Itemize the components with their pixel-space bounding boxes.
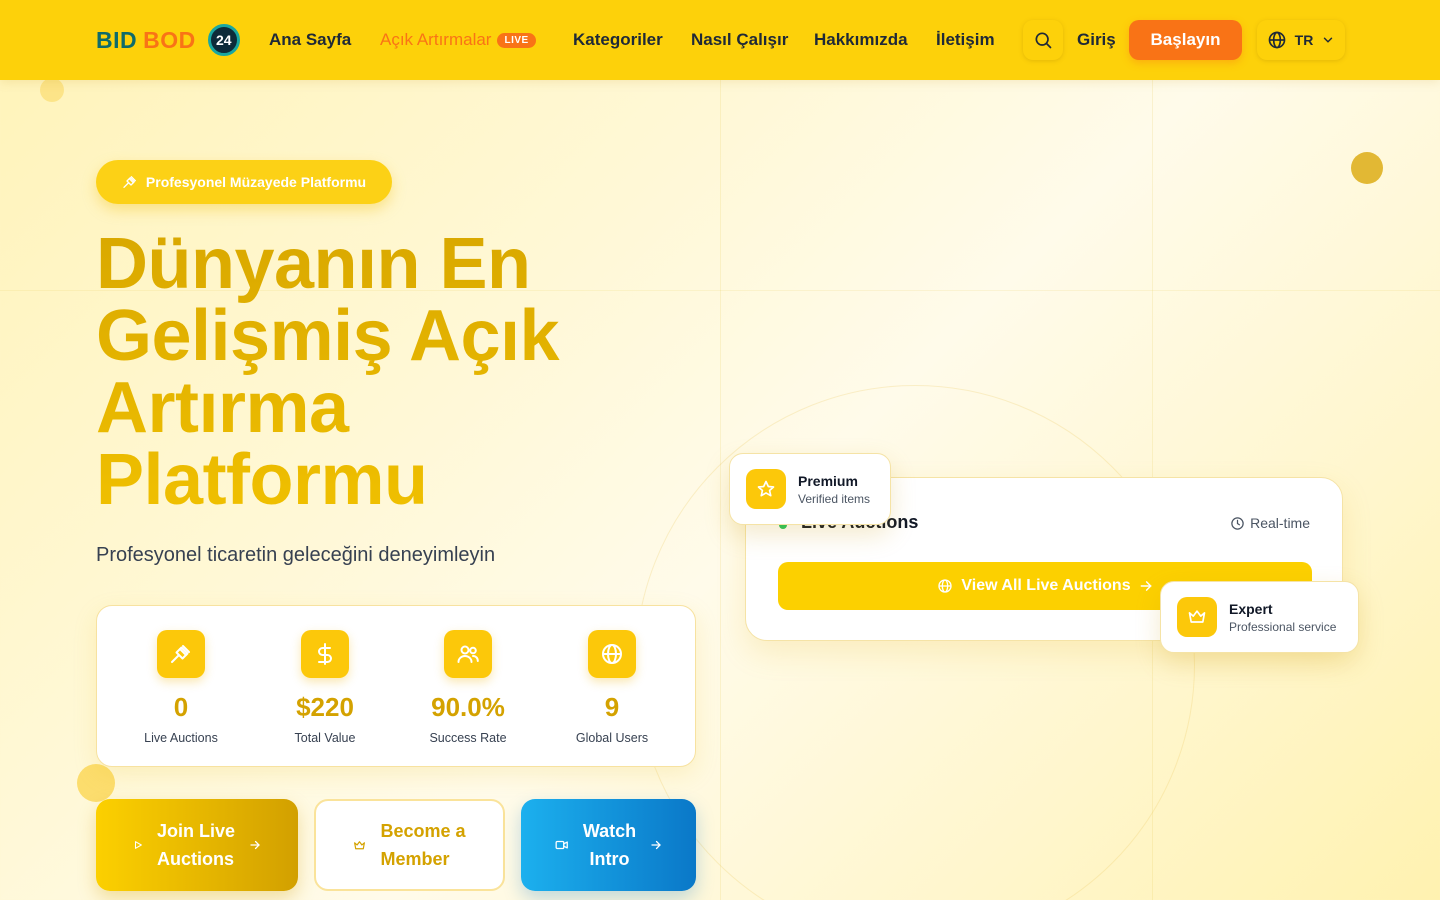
stat-icon-box — [157, 630, 205, 678]
float-icon-box — [1177, 597, 1217, 637]
logo-badge: 24 — [207, 24, 240, 56]
arrow-right-icon — [651, 840, 662, 850]
nav-link-about[interactable]: Hakkımızda — [814, 30, 908, 50]
stat-success-rate: 90.0% Success Rate — [403, 630, 533, 745]
decorative-ring — [635, 385, 1195, 900]
play-icon — [134, 841, 142, 849]
hero-title: Dünyanın En Gelişmiş Açık Artırma Platfo… — [96, 228, 716, 516]
expert-badge-card: Expert Professional service — [1160, 581, 1359, 653]
globe-icon — [1268, 31, 1285, 49]
realtime-label: Real-time — [1250, 515, 1310, 531]
decorative-dot — [40, 78, 64, 102]
stat-icon-box — [588, 630, 636, 678]
gavel-icon — [171, 645, 190, 663]
button-label-line: Join Live — [156, 821, 236, 841]
login-link[interactable]: Giriş — [1077, 30, 1116, 50]
stat-live-auctions: 0 Live Auctions — [116, 630, 246, 745]
button-label: Join Live Auctions — [157, 817, 235, 873]
expert-subtitle: Professional service — [1229, 619, 1337, 634]
button-label-line: Watch — [582, 821, 637, 841]
live-badge: LIVE — [497, 33, 536, 49]
platform-pill-label: Profesyonel Müzayede Platformu — [145, 174, 367, 190]
premium-subtitle: Verified items — [798, 491, 871, 506]
button-label-line: Become a — [380, 821, 466, 841]
clock-icon — [1231, 516, 1244, 530]
chevron-down-icon — [1324, 37, 1333, 43]
float-icon-box — [746, 469, 786, 509]
button-label-line: Auctions — [156, 849, 234, 869]
logo-bid-text: BID — [96, 26, 138, 53]
premium-text: Premium Verified items — [798, 473, 870, 506]
premium-badge-card: Premium Verified items — [729, 453, 891, 525]
expert-title: Expert — [1229, 600, 1273, 617]
nav-link-auctions-label: Açık Artırmalar — [380, 30, 492, 49]
hero-title-line: Platformu — [96, 440, 428, 520]
become-member-button[interactable]: Become a Member — [314, 799, 505, 891]
arrow-right-icon — [1140, 581, 1152, 591]
stat-icon-box — [301, 630, 349, 678]
stat-total-value: $220 Total Value — [260, 630, 390, 745]
premium-title: Premium — [798, 472, 858, 489]
globe-icon — [602, 644, 622, 664]
nav-link-contact[interactable]: İletişim — [936, 30, 995, 50]
dollar-icon — [318, 643, 332, 665]
nav-link-home[interactable]: Ana Sayfa — [269, 30, 351, 50]
globe-icon — [938, 579, 953, 593]
gavel-icon — [123, 176, 136, 188]
stat-label: Success Rate — [429, 731, 507, 745]
stat-value: 90.0% — [431, 692, 505, 722]
stat-label: Total Value — [294, 731, 356, 745]
realtime-indicator: Real-time — [1230, 515, 1310, 531]
nav-link-categories[interactable]: Kategoriler — [573, 30, 663, 50]
watch-intro-button[interactable]: Watch Intro — [521, 799, 696, 891]
view-all-label: View All Live Auctions — [961, 577, 1131, 594]
join-live-auctions-button[interactable]: Join Live Auctions — [96, 799, 298, 891]
nav-link-auctions[interactable]: Açık Artırmalar LIVE — [380, 30, 536, 50]
platform-pill: Profesyonel Müzayede Platformu — [96, 160, 392, 204]
hero-title-line: Artırma — [96, 368, 349, 448]
search-button[interactable] — [1023, 20, 1063, 60]
top-navbar: BID BOD 24 Ana Sayfa Açık Artırmalar LIVE… — [0, 0, 1440, 80]
star-icon — [757, 480, 775, 497]
language-code: TR — [1294, 32, 1314, 48]
stat-global-users: 9 Global Users — [547, 630, 677, 745]
hero-title-line: Gelişmiş Açık — [96, 296, 560, 376]
crown-icon — [354, 840, 366, 849]
arrow-right-icon — [250, 840, 260, 850]
stat-label: Global Users — [575, 731, 649, 745]
button-label: Watch Intro — [583, 817, 636, 873]
stat-value: $220 — [296, 692, 354, 722]
button-label-line: Intro — [589, 849, 630, 869]
hero-subtitle: Profesyonel ticaretin geleceğini deneyim… — [96, 544, 496, 566]
crown-icon — [1188, 610, 1206, 623]
stat-value: 0 — [173, 692, 189, 722]
stat-label: Live Auctions — [144, 731, 218, 745]
get-started-button[interactable]: Başlayın — [1129, 20, 1242, 60]
decorative-dot — [77, 764, 115, 802]
button-label-line: Member — [380, 849, 450, 869]
expert-text: Expert Professional service — [1229, 601, 1336, 634]
hero-title-line: Dünyanın En — [96, 224, 531, 304]
brand-logo[interactable]: BID BOD 24 — [96, 24, 240, 56]
video-camera-icon — [555, 840, 568, 850]
search-icon — [1035, 32, 1052, 49]
stat-icon-box — [444, 630, 492, 678]
decorative-dot — [1351, 152, 1383, 184]
language-selector[interactable]: TR — [1257, 20, 1345, 60]
stat-value: 9 — [604, 692, 620, 722]
button-label: Become a Member — [380, 817, 465, 873]
logo-bod-text: BOD — [143, 26, 196, 53]
nav-link-how-it-works[interactable]: Nasıl Çalışır — [691, 30, 788, 50]
users-icon — [457, 645, 479, 663]
stats-card: 0 Live Auctions $220 Total Value 90.0% S… — [96, 605, 696, 767]
